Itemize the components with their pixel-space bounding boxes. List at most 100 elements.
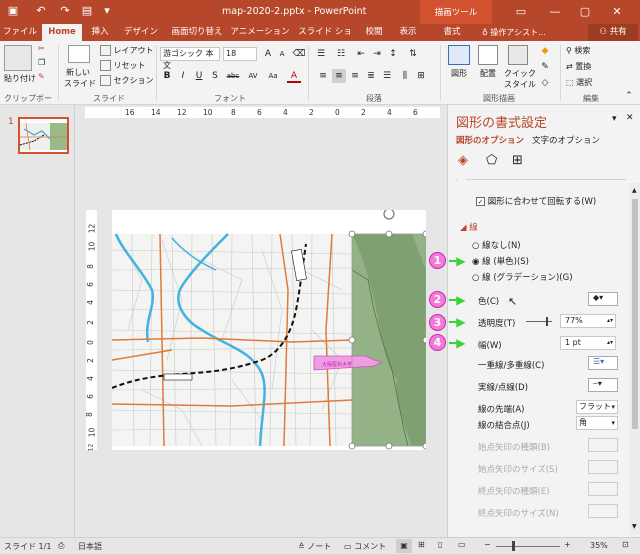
- pane-close-icon[interactable]: ✕: [626, 113, 634, 123]
- shapes-icon[interactable]: [448, 45, 470, 65]
- no-line-radio[interactable]: ○ 線なし(N): [472, 239, 521, 251]
- slide-sorter-icon[interactable]: ⊞: [418, 540, 425, 549]
- fit-to-window-icon[interactable]: ⊡: [622, 540, 629, 549]
- zoom-in-icon[interactable]: +: [564, 540, 571, 549]
- tab-home[interactable]: Home: [42, 24, 82, 41]
- quick-styles-label-1[interactable]: クイック: [504, 68, 536, 79]
- columns-icon[interactable]: ⫼: [398, 69, 412, 83]
- line-section-header[interactable]: ◢ 線: [460, 221, 478, 233]
- solid-line-radio[interactable]: ◉ 線 (単色)(S): [472, 255, 529, 267]
- shadow-button[interactable]: S: [208, 69, 222, 83]
- customize-quick-access-icon[interactable]: ▾: [100, 4, 114, 18]
- italic-button[interactable]: I: [176, 69, 190, 83]
- zoom-slider[interactable]: [496, 546, 560, 547]
- reset-button[interactable]: リセット: [100, 60, 146, 71]
- align-center-icon[interactable]: ≡: [332, 69, 346, 83]
- format-painter-icon[interactable]: ✎: [38, 72, 45, 81]
- tab-file[interactable]: ファイル: [2, 24, 38, 41]
- line-color-button[interactable]: ◆▾: [588, 292, 618, 306]
- numbering-icon[interactable]: ☷: [334, 47, 348, 61]
- notes-button[interactable]: ≙ ノート: [298, 541, 331, 552]
- strikethrough-button[interactable]: abc: [224, 69, 242, 83]
- clear-format-icon[interactable]: ⌫: [292, 47, 306, 61]
- arrange-icon[interactable]: [478, 45, 498, 65]
- tell-me-box[interactable]: ♁ 操作アシスト...: [482, 27, 546, 38]
- line-spacing-icon[interactable]: ↕: [386, 47, 400, 61]
- gradient-line-radio[interactable]: ○ 線 (グラデーション)(G): [472, 271, 573, 283]
- fill-line-icon[interactable]: ◈: [458, 153, 474, 169]
- increase-indent-icon[interactable]: ⇥: [370, 47, 384, 61]
- shape-effects-icon[interactable]: ◇: [538, 76, 552, 90]
- justify-icon[interactable]: ≣: [364, 69, 378, 83]
- quick-styles-label-2[interactable]: スタイル: [504, 79, 536, 90]
- quick-styles-icon[interactable]: [508, 45, 528, 65]
- width-input[interactable]: 1 pt ▴▾: [560, 336, 616, 350]
- tab-insert[interactable]: 挿入: [86, 24, 114, 41]
- paste-button[interactable]: 貼り付け: [4, 73, 36, 84]
- replace-button[interactable]: ⇄ 置換: [566, 61, 591, 72]
- save-icon[interactable]: ▣: [6, 4, 20, 18]
- undo-icon[interactable]: ↶: [34, 4, 48, 18]
- character-spacing-button[interactable]: AV: [244, 69, 262, 83]
- normal-view-icon[interactable]: ▣: [396, 539, 412, 553]
- checkbox-checked-icon[interactable]: ✓: [476, 197, 485, 206]
- align-left-icon[interactable]: ≡: [316, 69, 330, 83]
- section-button[interactable]: セクション: [100, 75, 154, 86]
- slide[interactable]: 大阪医科大学: [111, 208, 430, 450]
- compound-type-button[interactable]: ☰▾: [588, 356, 618, 370]
- tab-slideshow[interactable]: スライド ショー: [294, 24, 356, 54]
- tab-text-options[interactable]: 文字のオプション: [532, 134, 600, 146]
- tab-shape-options[interactable]: 図形のオプション: [456, 134, 524, 146]
- maximize-icon[interactable]: ▢: [578, 5, 592, 19]
- copy-icon[interactable]: ❐: [38, 58, 45, 67]
- tab-design[interactable]: デザイン: [120, 24, 162, 41]
- scroll-up-icon[interactable]: ▲: [632, 187, 637, 194]
- rotate-with-shape-row[interactable]: ✓ 図形に合わせて回転する(W): [476, 195, 596, 207]
- transparency-input[interactable]: 77% ▴▾: [560, 314, 616, 328]
- font-size-combo[interactable]: 18: [223, 47, 257, 61]
- present-icon[interactable]: ▤: [80, 4, 94, 18]
- language-indicator[interactable]: 日本語: [78, 541, 102, 552]
- change-case-button[interactable]: Aa: [264, 69, 282, 83]
- select-button[interactable]: ⬚ 選択: [566, 77, 592, 88]
- scroll-thumb[interactable]: [632, 199, 638, 429]
- bullets-icon[interactable]: ☰: [314, 47, 328, 61]
- tab-review[interactable]: 校閲: [360, 24, 388, 41]
- size-properties-icon[interactable]: ⊞: [512, 153, 528, 169]
- tab-transitions[interactable]: 画面切り替え: [168, 24, 226, 41]
- scroll-down-icon[interactable]: ▼: [632, 523, 637, 530]
- grow-font-icon[interactable]: A: [261, 47, 275, 61]
- layout-button[interactable]: レイアウト: [100, 45, 154, 56]
- find-button[interactable]: ⚲ 検索: [566, 45, 590, 56]
- new-slide-label-2[interactable]: スライド: [64, 78, 96, 89]
- new-slide-label-1[interactable]: 新しい: [66, 67, 90, 78]
- shape-fill-icon[interactable]: ◆: [538, 44, 552, 58]
- new-slide-icon[interactable]: [68, 45, 90, 63]
- shape-outline-icon[interactable]: ✎: [538, 60, 552, 74]
- dash-type-button[interactable]: ┄▾: [588, 378, 618, 392]
- shapes-button[interactable]: 図形: [451, 68, 467, 79]
- paste-icon[interactable]: [4, 45, 32, 71]
- text-direction-icon[interactable]: ⇅: [406, 47, 420, 61]
- font-name-combo[interactable]: 游ゴシック 本文: [160, 47, 220, 70]
- reading-view-icon[interactable]: ▯: [438, 540, 442, 549]
- shrink-font-icon[interactable]: A: [275, 47, 289, 61]
- slide-thumbnail[interactable]: [18, 117, 69, 154]
- zoom-level[interactable]: 35%: [590, 541, 608, 550]
- join-type-select[interactable]: 角 ▾: [576, 416, 618, 430]
- map-image[interactable]: 大阪医科大学: [111, 208, 430, 450]
- transparency-slider[interactable]: [526, 321, 552, 322]
- pane-options-icon[interactable]: ▾: [612, 114, 617, 124]
- pane-scrollbar[interactable]: ▲ ▼: [630, 183, 640, 535]
- zoom-out-icon[interactable]: −: [484, 540, 491, 549]
- close-icon[interactable]: ✕: [610, 5, 624, 19]
- distribute-icon[interactable]: ☰: [380, 69, 394, 83]
- comments-button[interactable]: ▭ コメント: [344, 541, 386, 552]
- bold-button[interactable]: B: [160, 69, 174, 83]
- spinner-icon[interactable]: ▴▾: [607, 337, 613, 349]
- cut-icon[interactable]: ✂: [38, 44, 45, 53]
- slideshow-icon[interactable]: ▭: [458, 540, 466, 549]
- tab-view[interactable]: 表示: [394, 24, 422, 41]
- effects-icon[interactable]: ⬠: [486, 153, 502, 169]
- decrease-indent-icon[interactable]: ⇤: [354, 47, 368, 61]
